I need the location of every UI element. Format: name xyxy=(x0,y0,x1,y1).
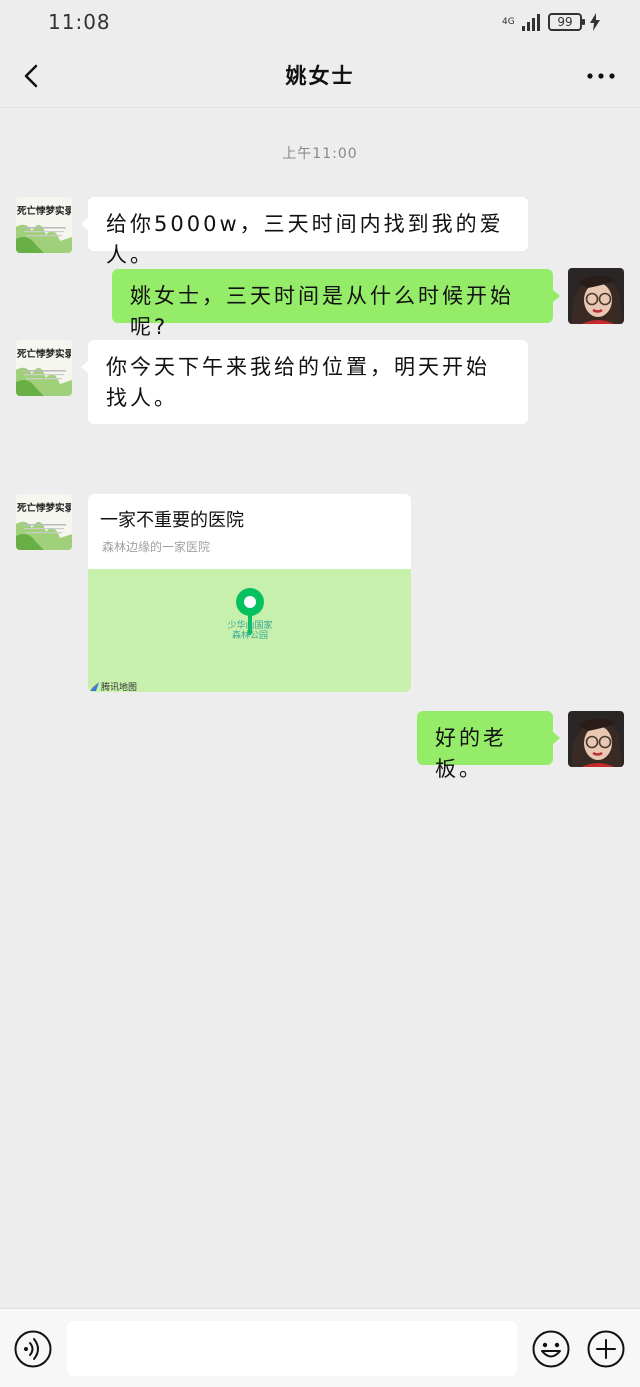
more-options-icon[interactable] xyxy=(586,68,616,84)
status-bar: 11:08 4G 99 xyxy=(0,0,640,44)
contact-avatar[interactable]: 死亡悖梦实录 xyxy=(16,494,72,550)
contact-avatar[interactable]: 死亡悖梦实录 xyxy=(16,340,72,396)
map-brand: 腾讯地图 xyxy=(90,680,137,692)
user-avatar-image xyxy=(568,711,624,767)
contact-avatar[interactable]: 死亡悖梦实录 xyxy=(16,197,72,253)
map-place-label: 少华山国家森林公园 xyxy=(227,621,273,641)
status-time: 11:08 xyxy=(48,10,111,34)
message-bubble[interactable]: 给你5000w，三天时间内找到我的爱人。 xyxy=(81,197,528,267)
book-cover-title: 死亡悖梦实录 xyxy=(17,349,71,360)
user-avatar-image xyxy=(568,268,624,324)
signal-icon xyxy=(522,13,540,31)
book-cover-title: 死亡悖梦实录 xyxy=(17,503,71,514)
location-map-preview[interactable]: 少华山国家森林公园 腾讯地图 xyxy=(88,569,411,692)
user-avatar[interactable] xyxy=(568,711,624,767)
user-avatar[interactable] xyxy=(568,268,624,324)
battery-icon: 99 xyxy=(548,13,585,31)
plus-icon[interactable] xyxy=(586,1329,626,1369)
tencent-map-logo-icon xyxy=(90,682,99,691)
status-icons: 4G 99 xyxy=(502,10,600,34)
chat-input-bar xyxy=(0,1308,640,1387)
message-bubble[interactable]: 你今天下午来我给的位置，明天开始找人。 xyxy=(81,340,528,424)
message-bubble[interactable]: 姚女士，三天时间是从什么时候开始呢? xyxy=(112,269,560,339)
location-card[interactable]: 一家不重要的医院 森林边缘的一家医院 少华山国家森林公园 腾讯地图 xyxy=(88,494,411,692)
message-text: 你今天下午来我给的位置，明天开始找人。 xyxy=(106,355,490,410)
message-bubble[interactable]: 好的老板。 xyxy=(417,711,560,781)
map-brand-label: 腾讯地图 xyxy=(101,683,138,692)
book-cover-title: 死亡悖梦实录 xyxy=(17,206,71,217)
charging-icon xyxy=(590,13,600,31)
voice-input-icon[interactable] xyxy=(13,1329,53,1369)
network-type: 4G xyxy=(502,16,515,27)
message-text: 姚女士，三天时间是从什么时候开始呢? xyxy=(130,284,514,339)
message-timestamp: 上午11:00 xyxy=(282,146,358,162)
location-title: 一家不重要的医院 xyxy=(100,510,244,531)
location-subtitle: 森林边缘的一家医院 xyxy=(102,540,211,554)
emoji-icon[interactable] xyxy=(531,1329,571,1369)
message-text: 好的老板。 xyxy=(435,726,507,781)
message-input[interactable] xyxy=(67,1321,517,1376)
chat-header: 姚女士 xyxy=(0,44,640,108)
message-text: 给你5000w，三天时间内找到我的爱人。 xyxy=(106,212,504,267)
chat-title: 姚女士 xyxy=(285,64,355,88)
